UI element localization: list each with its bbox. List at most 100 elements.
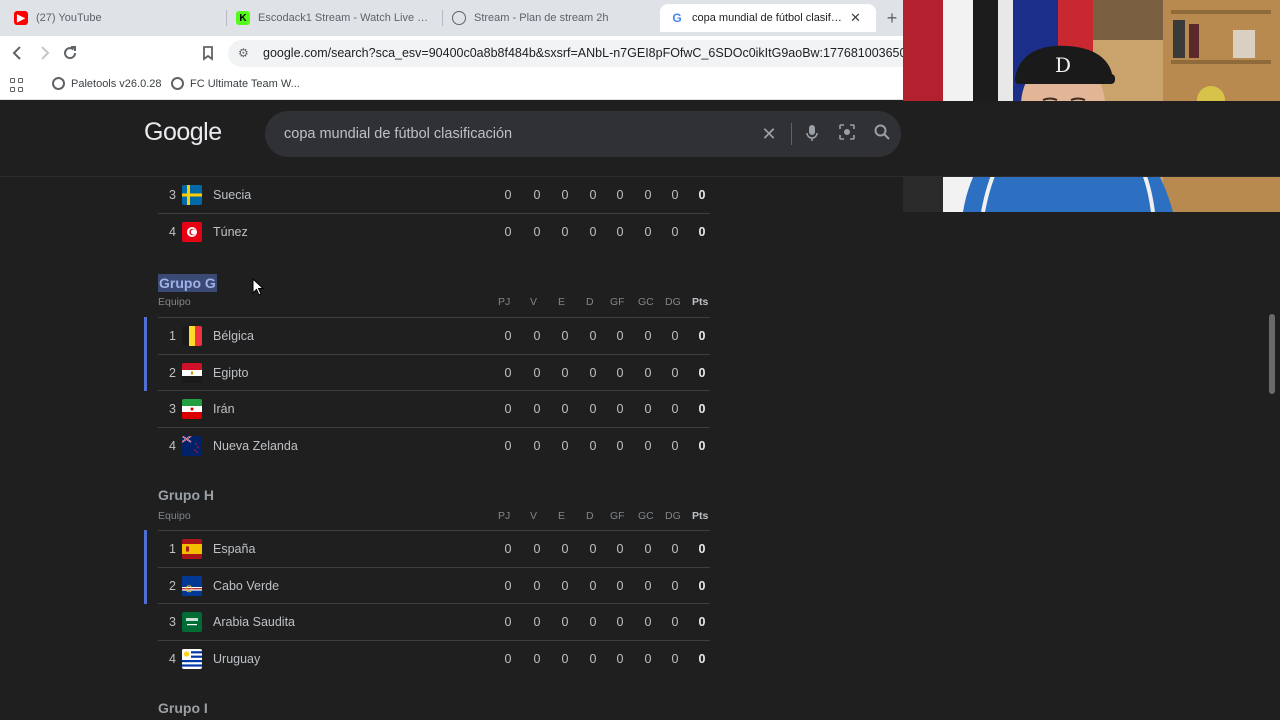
- microphone-icon[interactable]: [801, 123, 823, 145]
- suecia-flag-icon: [182, 185, 202, 205]
- search-icon[interactable]: [871, 123, 893, 145]
- forward-icon[interactable]: [34, 43, 54, 63]
- stat-dg: 0: [671, 438, 679, 453]
- stat-pj: 0: [504, 438, 512, 453]
- stat-d: 0: [589, 651, 597, 666]
- scrollbar-thumb[interactable]: [1269, 314, 1275, 394]
- stat-e: 0: [561, 651, 569, 666]
- column-gf: GF: [610, 510, 625, 522]
- tab-kick-stream[interactable]: K Escodack1 Stream - Watch Live on K: [226, 4, 442, 32]
- column-v: V: [530, 296, 538, 308]
- stat-e: 0: [561, 188, 569, 202]
- stat-pj: 0: [504, 188, 512, 202]
- clear-icon[interactable]: ✕: [757, 123, 781, 145]
- standings-row-iran[interactable]: 3 Irán 0 0 0 0 0 0 0 0: [158, 390, 710, 426]
- address-bar[interactable]: ⚙ google.com/search?sca_esv=90400c0a8b8f…: [228, 40, 928, 67]
- standings-row-tunez[interactable]: 4 Túnez 0 0 0 0 0 0 0 0: [158, 212, 710, 249]
- egipto-flag-icon: [182, 362, 202, 383]
- search-box[interactable]: copa mundial de fútbol clasificación ✕: [265, 111, 901, 157]
- page-scrollbar[interactable]: [1268, 214, 1276, 720]
- search-query[interactable]: copa mundial de fútbol clasificación: [284, 126, 512, 142]
- stat-pj: 0: [504, 578, 512, 593]
- lens-icon[interactable]: [836, 123, 858, 145]
- reload-icon[interactable]: [60, 43, 80, 63]
- stat-pj: 0: [504, 615, 512, 629]
- arabia-saudita-flag-icon: [182, 612, 202, 632]
- stat-gf: 0: [616, 402, 624, 416]
- standings-row-belgica[interactable]: 1 Bélgica 0 0 0 0 0 0 0 0: [144, 317, 710, 354]
- column-pts: Pts: [692, 296, 709, 308]
- stat-e: 0: [561, 224, 569, 239]
- stat-v: 0: [533, 438, 541, 453]
- team-name[interactable]: Nueva Zelanda: [213, 439, 298, 453]
- stat-d: 0: [589, 615, 597, 629]
- tab-title: Stream - Plan de stream 2h: [474, 12, 609, 24]
- team-name[interactable]: Irán: [213, 402, 235, 416]
- standings-row-nueva-zelanda[interactable]: 4 Nueva Zelanda 0 0 0 0 0 0 0 0: [158, 426, 710, 463]
- globe-icon: [452, 11, 466, 25]
- iran-flag-icon: [182, 399, 202, 419]
- stat-pts: 0: [698, 651, 706, 666]
- stat-gf: 0: [616, 188, 624, 202]
- stat-pts: 0: [698, 329, 706, 343]
- apps-icon[interactable]: [10, 78, 24, 92]
- stat-v: 0: [533, 402, 541, 416]
- google-logo[interactable]: Google: [144, 118, 222, 147]
- bookmark-icon[interactable]: [198, 43, 218, 63]
- stat-e: 0: [561, 329, 569, 343]
- stat-pj: 0: [504, 365, 512, 380]
- stat-d: 0: [589, 438, 597, 453]
- team-name[interactable]: Cabo Verde: [213, 579, 279, 593]
- uruguay-flag-icon: [182, 648, 202, 669]
- tab-google-search[interactable]: G copa mundial de fútbol clasificac ✕: [660, 4, 876, 32]
- tab-stream-plan[interactable]: Stream - Plan de stream 2h: [442, 4, 658, 32]
- stat-gf: 0: [616, 365, 624, 380]
- stat-pj: 0: [504, 651, 512, 666]
- google-header: Google copa mundial de fútbol clasificac…: [0, 101, 1280, 177]
- team-name[interactable]: Túnez: [213, 225, 248, 239]
- qualification-marker: [144, 353, 147, 391]
- new-tab-button[interactable]: +: [882, 8, 902, 28]
- tab-title: (27) YouTube: [36, 12, 102, 24]
- standings-row-arabia-saudita[interactable]: 3 Arabia Saudita 0 0 0 0 0 0 0 0: [158, 603, 710, 639]
- team-position: 4: [169, 438, 176, 453]
- close-icon[interactable]: ✕: [850, 10, 861, 26]
- stat-dg: 0: [671, 402, 679, 416]
- team-name[interactable]: Bélgica: [213, 329, 254, 343]
- stat-pts: 0: [698, 615, 706, 629]
- mouse-cursor-icon: [252, 278, 264, 296]
- tab-youtube[interactable]: ▶ (27) YouTube: [4, 4, 226, 32]
- bookmark-paletools[interactable]: Paletools v26.0.28: [52, 77, 162, 90]
- group-title-grupo-i[interactable]: Grupo I: [158, 700, 208, 716]
- tunez-flag-icon: [182, 221, 202, 242]
- stat-v: 0: [533, 651, 541, 666]
- stat-gf: 0: [616, 329, 624, 343]
- group-title-grupo-h[interactable]: Grupo H: [158, 487, 214, 503]
- stat-gf: 0: [616, 615, 624, 629]
- team-name[interactable]: España: [213, 542, 255, 556]
- column-v: V: [530, 510, 538, 522]
- team-name[interactable]: Uruguay: [213, 652, 260, 666]
- standings-row-uruguay[interactable]: 4 Uruguay 0 0 0 0 0 0 0 0: [158, 639, 710, 676]
- standings-row-suecia[interactable]: 3 Suecia 0 0 0 0 0 0 0 0: [158, 176, 710, 212]
- stat-pts: 0: [698, 188, 706, 202]
- team-name[interactable]: Arabia Saudita: [213, 615, 295, 629]
- stat-pj: 0: [504, 224, 512, 239]
- back-icon[interactable]: [8, 43, 28, 63]
- stat-dg: 0: [671, 329, 679, 343]
- bookmark-fc-ultimate-team[interactable]: FC Ultimate Team W...: [171, 77, 300, 90]
- team-name[interactable]: Egipto: [213, 366, 248, 380]
- column-gc: GC: [638, 510, 654, 522]
- stat-dg: 0: [671, 615, 679, 629]
- bookmark-label: Paletools v26.0.28: [71, 77, 162, 90]
- stat-dg: 0: [671, 651, 679, 666]
- group-title-grupo-g[interactable]: Grupo G: [158, 274, 217, 292]
- stat-pj: 0: [504, 329, 512, 343]
- site-settings-icon[interactable]: ⚙: [238, 46, 252, 60]
- standings-row-espana[interactable]: 1 España 0 0 0 0 0 0 0 0: [144, 530, 710, 567]
- standings-row-egipto[interactable]: 2 Egipto 0 0 0 0 0 0 0 0: [144, 353, 710, 391]
- qualification-marker: [144, 530, 147, 567]
- team-name[interactable]: Suecia: [213, 188, 251, 202]
- team-position: 3: [169, 402, 176, 416]
- standings-row-cabo-verde[interactable]: 2 Cabo Verde 0 0 0 0 0 0 0 0: [144, 566, 710, 604]
